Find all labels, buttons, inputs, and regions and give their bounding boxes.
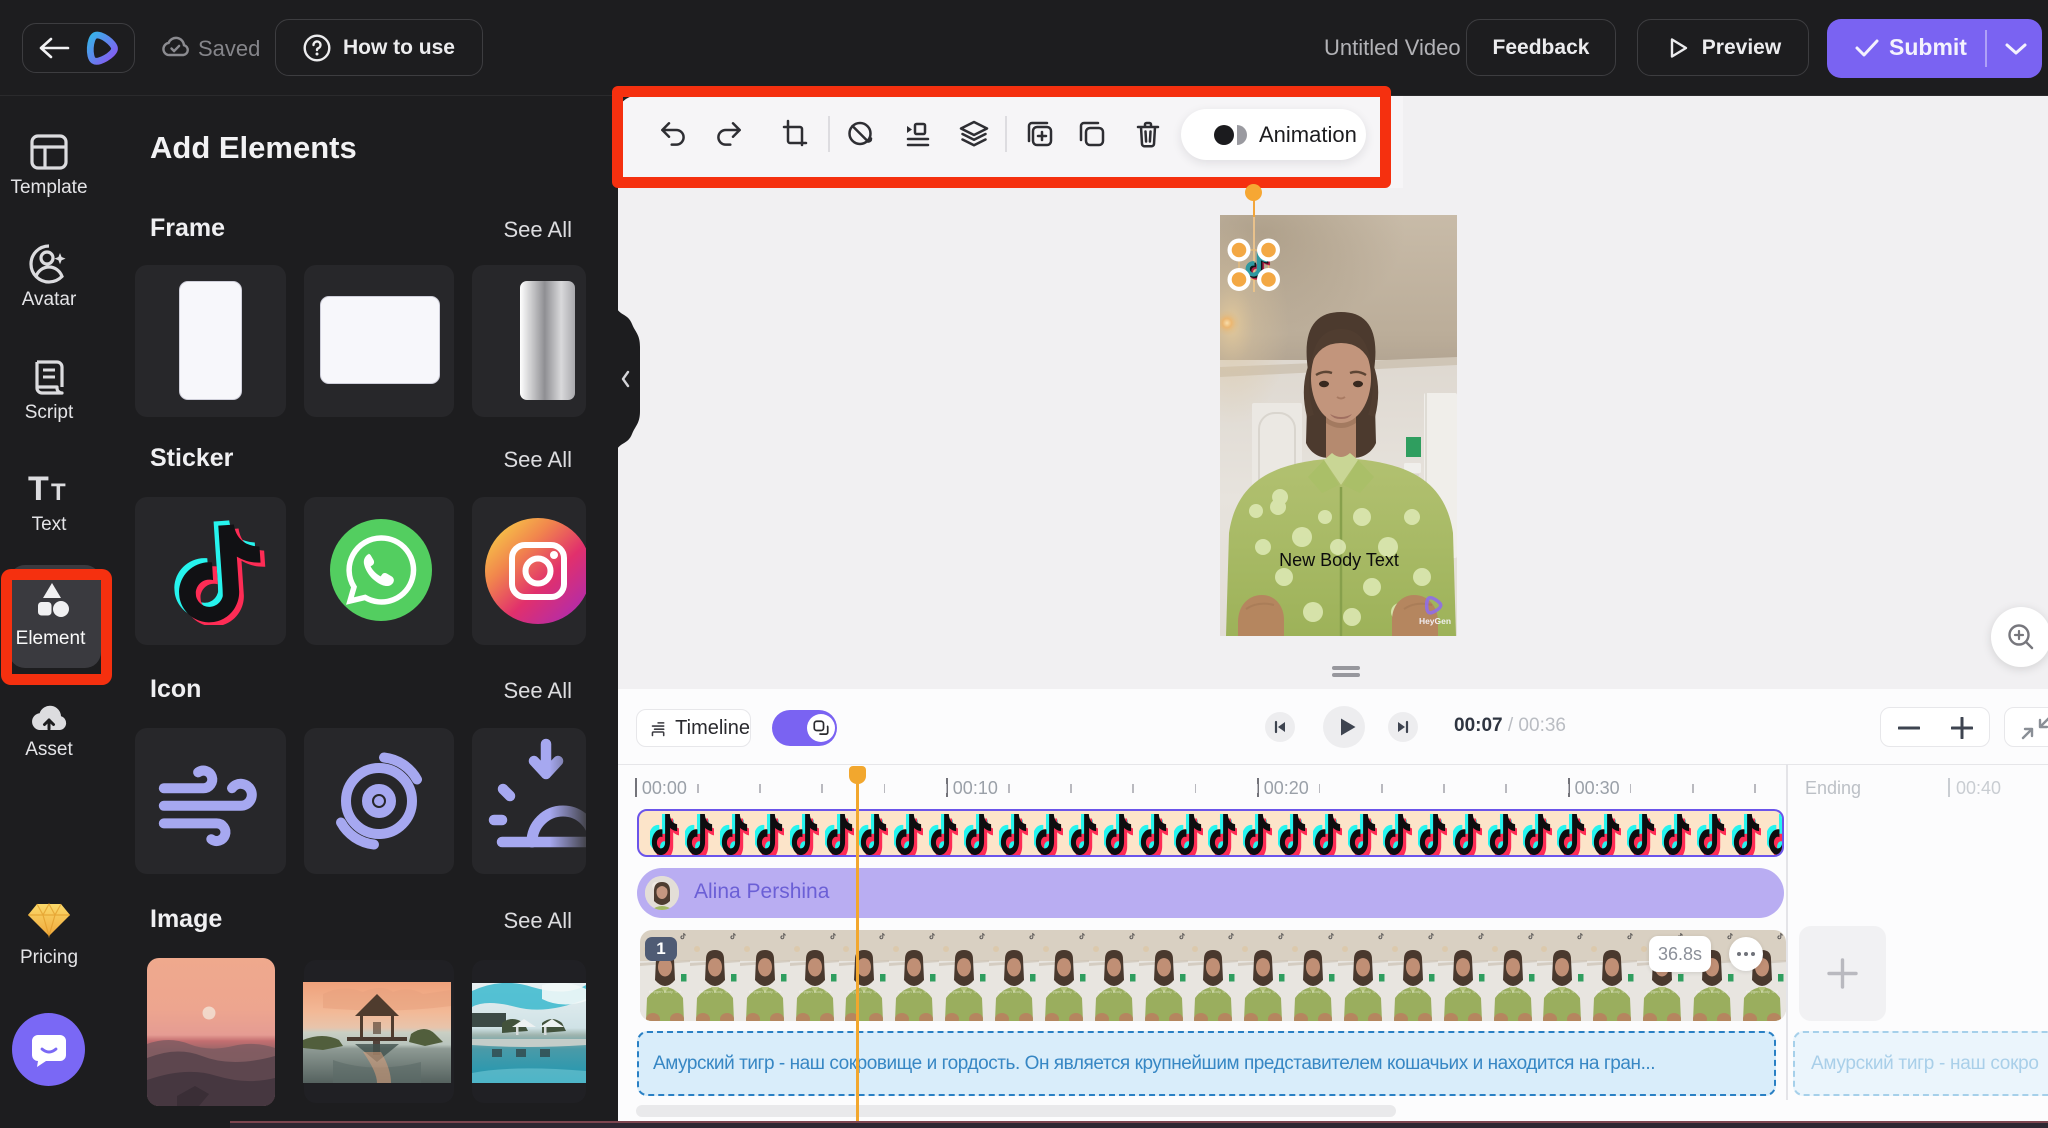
svg-text:T: T — [28, 470, 49, 508]
svg-text:HeyGen: HeyGen — [1419, 616, 1451, 626]
svg-text:New Body Text: New Body Text — [1279, 550, 1399, 570]
svg-text:T: T — [51, 479, 66, 506]
